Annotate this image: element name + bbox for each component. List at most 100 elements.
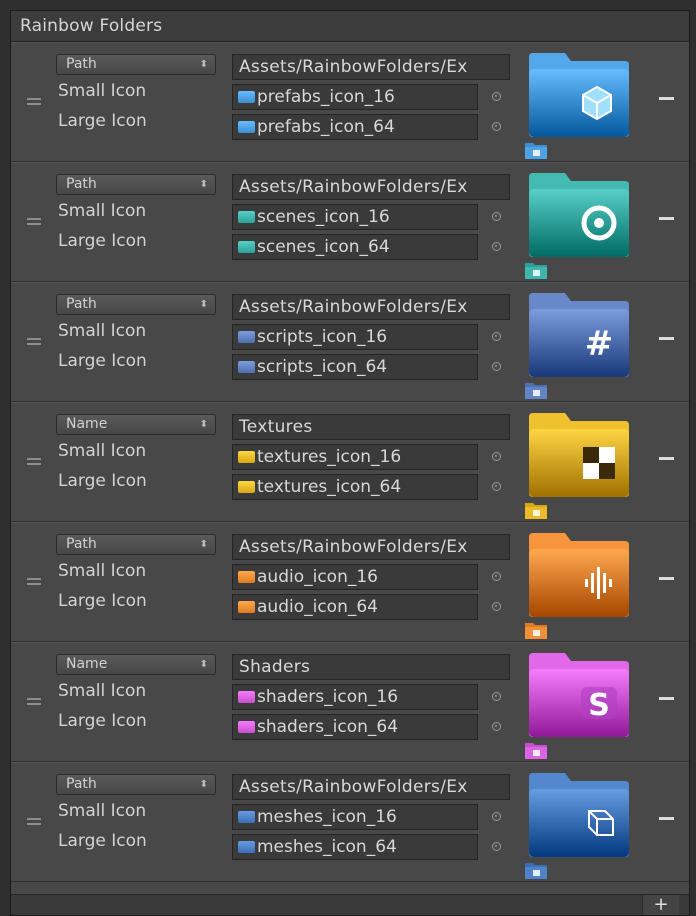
- large-icon-field[interactable]: prefabs_icon_64: [232, 114, 478, 140]
- small-icon-field[interactable]: shaders_icon_16: [232, 684, 478, 710]
- folder-preview-icon: #: [529, 293, 629, 377]
- texture-thumb-icon: [238, 691, 255, 703]
- small-icon-field[interactable]: scripts_icon_16: [232, 324, 478, 350]
- large-icon-name: meshes_icon_64: [257, 837, 397, 857]
- remove-rule-button[interactable]: [659, 337, 674, 340]
- texture-thumb-icon: [238, 721, 255, 733]
- folder-rule-row: Path ⬍ Small Icon Large Icon Assets/Rainb…: [11, 762, 689, 882]
- drag-handle-icon[interactable]: [27, 698, 41, 706]
- folder-preview-icon: [529, 773, 629, 857]
- remove-rule-button[interactable]: [659, 457, 674, 460]
- name-input[interactable]: Shaders: [232, 654, 510, 680]
- remove-rule-button[interactable]: [659, 697, 674, 700]
- folder-preview-icon: [529, 533, 629, 617]
- drag-handle-icon[interactable]: [27, 578, 41, 586]
- texture-thumb-icon: [238, 211, 255, 223]
- object-picker-icon[interactable]: [492, 722, 501, 731]
- large-icon-name: prefabs_icon_64: [257, 117, 395, 137]
- object-picker-icon[interactable]: [492, 452, 501, 461]
- mode-dropdown[interactable]: Path ⬍: [56, 54, 216, 75]
- large-icon-field[interactable]: audio_icon_64: [232, 594, 478, 620]
- large-icon-label: Large Icon: [58, 711, 147, 731]
- small-icon-field[interactable]: meshes_icon_16: [232, 804, 478, 830]
- svg-text:#: #: [585, 324, 614, 364]
- object-picker-icon[interactable]: [492, 812, 501, 821]
- object-picker-icon[interactable]: [492, 572, 501, 581]
- large-icon-label: Large Icon: [58, 591, 147, 611]
- mode-dropdown[interactable]: Path ⬍: [56, 774, 216, 795]
- remove-rule-button[interactable]: [659, 217, 674, 220]
- large-icon-field[interactable]: meshes_icon_64: [232, 834, 478, 860]
- texture-thumb-icon: [238, 241, 255, 253]
- folder-preview-icon: S: [529, 653, 629, 737]
- large-icon-field[interactable]: shaders_icon_64: [232, 714, 478, 740]
- folder-rule-row: Path ⬍ Small Icon Large Icon Assets/Rainb…: [11, 162, 689, 282]
- object-picker-icon[interactable]: [492, 692, 501, 701]
- large-icon-field[interactable]: scenes_icon_64: [232, 234, 478, 260]
- small-icon-name: scripts_icon_16: [257, 327, 388, 347]
- object-picker-icon[interactable]: [492, 92, 501, 101]
- large-icon-label: Large Icon: [58, 471, 147, 491]
- texture-thumb-icon: [238, 601, 255, 613]
- folder-rule-row: Path ⬍ Small Icon Large Icon Assets/Rainb…: [11, 522, 689, 642]
- path-input[interactable]: Assets/RainbowFolders/Ex: [232, 534, 510, 560]
- drag-handle-icon[interactable]: [27, 458, 41, 466]
- large-icon-name: scenes_icon_64: [257, 237, 390, 257]
- object-picker-icon[interactable]: [492, 602, 501, 611]
- object-picker-icon[interactable]: [492, 362, 501, 371]
- large-icon-field[interactable]: scripts_icon_64: [232, 354, 478, 380]
- mode-dropdown[interactable]: Path ⬍: [56, 534, 216, 555]
- dropdown-arrow-icon: ⬍: [199, 299, 208, 310]
- drag-handle-icon[interactable]: [27, 338, 41, 346]
- small-icon-label: Small Icon: [58, 561, 147, 581]
- small-icon-name: meshes_icon_16: [257, 807, 397, 827]
- path-input[interactable]: Assets/RainbowFolders/Ex: [232, 54, 510, 80]
- mode-dropdown[interactable]: Name ⬍: [56, 654, 216, 675]
- list-footer: +: [11, 894, 689, 915]
- small-icon-label: Small Icon: [58, 321, 147, 341]
- dropdown-arrow-icon: ⬍: [199, 419, 208, 430]
- object-picker-icon[interactable]: [492, 482, 501, 491]
- large-icon-label: Large Icon: [58, 111, 147, 131]
- remove-rule-button[interactable]: [659, 817, 674, 820]
- object-picker-icon[interactable]: [492, 122, 501, 131]
- mode-value: Path: [66, 296, 97, 312]
- small-icon-name: textures_icon_16: [257, 447, 402, 467]
- texture-thumb-icon: [238, 121, 255, 133]
- large-icon-field[interactable]: textures_icon_64: [232, 474, 478, 500]
- texture-thumb-icon: [238, 451, 255, 463]
- mode-value: Path: [66, 776, 97, 792]
- folder-small-preview-icon: [525, 383, 547, 399]
- drag-handle-icon[interactable]: [27, 98, 41, 106]
- mode-value: Name: [66, 416, 108, 432]
- folder-small-preview-icon: [525, 263, 547, 279]
- add-rule-button[interactable]: +: [642, 895, 679, 915]
- large-icon-name: audio_icon_64: [257, 597, 378, 617]
- small-icon-field[interactable]: audio_icon_16: [232, 564, 478, 590]
- remove-rule-button[interactable]: [659, 577, 674, 580]
- object-picker-icon[interactable]: [492, 242, 501, 251]
- name-input[interactable]: Textures: [232, 414, 510, 440]
- texture-thumb-icon: [238, 841, 255, 853]
- path-input[interactable]: Assets/RainbowFolders/Ex: [232, 174, 510, 200]
- mode-dropdown[interactable]: Path ⬍: [56, 294, 216, 315]
- small-icon-field[interactable]: prefabs_icon_16: [232, 84, 478, 110]
- drag-handle-icon[interactable]: [27, 818, 41, 826]
- mode-value: Path: [66, 536, 97, 552]
- object-picker-icon[interactable]: [492, 332, 501, 341]
- small-icon-name: shaders_icon_16: [257, 687, 399, 707]
- object-picker-icon[interactable]: [492, 212, 501, 221]
- object-picker-icon[interactable]: [492, 842, 501, 851]
- remove-rule-button[interactable]: [659, 97, 674, 100]
- small-icon-label: Small Icon: [58, 201, 147, 221]
- small-icon-field[interactable]: scenes_icon_16: [232, 204, 478, 230]
- small-icon-label: Small Icon: [58, 81, 147, 101]
- path-input[interactable]: Assets/RainbowFolders/Ex: [232, 294, 510, 320]
- small-icon-field[interactable]: textures_icon_16: [232, 444, 478, 470]
- mode-dropdown[interactable]: Name ⬍: [56, 414, 216, 435]
- path-input[interactable]: Assets/RainbowFolders/Ex: [232, 774, 510, 800]
- folder-preview-icon: [529, 413, 629, 497]
- rainbow-folders-panel: Rainbow Folders Path ⬍ Small Icon Large I…: [10, 10, 690, 916]
- mode-dropdown[interactable]: Path ⬍: [56, 174, 216, 195]
- drag-handle-icon[interactable]: [27, 218, 41, 226]
